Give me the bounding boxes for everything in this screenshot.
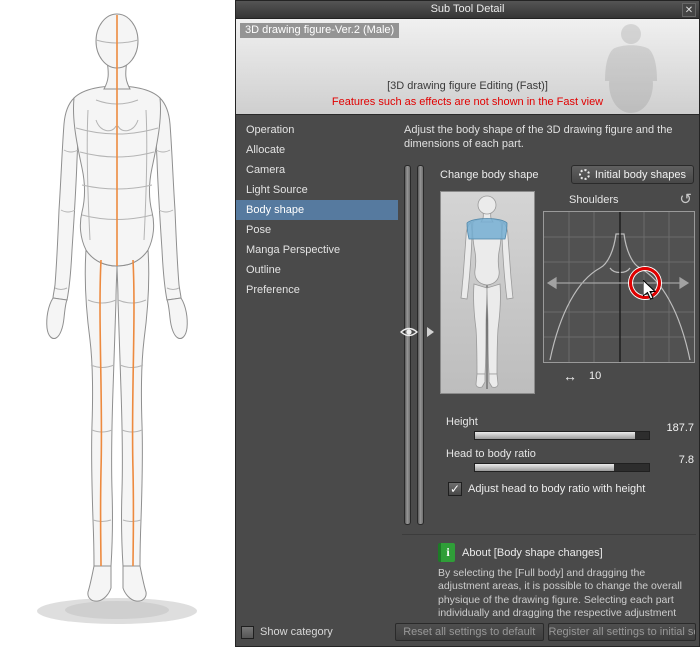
body-thumbnail-figure: [460, 195, 514, 389]
reset-all-settings-button[interactable]: Reset all settings to default: [395, 623, 544, 641]
height-row: Height 187.7: [436, 416, 696, 440]
shoulder-width-value[interactable]: 10: [589, 370, 601, 382]
width-arrow-icon: ↔: [563, 368, 577, 384]
info-icon: i: [438, 543, 455, 562]
mouse-cursor-icon: [642, 278, 657, 305]
height-value[interactable]: 187.7: [656, 422, 696, 434]
change-body-shape-label: Change body shape: [440, 168, 539, 181]
dotted-circle-icon: [578, 169, 590, 180]
about-section: i About [Body shape changes] By selectin…: [402, 534, 696, 622]
ratio-slider[interactable]: [474, 463, 650, 472]
adjust-ratio-checkbox[interactable]: ✓: [448, 482, 462, 496]
reset-part-icon[interactable]: ↺: [679, 192, 692, 207]
footer-bar: Show category Reset all settings to defa…: [236, 622, 699, 646]
category-item-allocate[interactable]: Allocate: [236, 140, 398, 160]
window-title: Sub Tool Detail: [430, 3, 505, 15]
category-item-preference[interactable]: Preference: [236, 280, 398, 300]
ratio-row: Head to body ratio 7.8: [436, 448, 696, 472]
vertical-slider-track[interactable]: [404, 165, 411, 525]
adjust-ratio-checkbox-label: Adjust head to body ratio with height: [468, 483, 646, 495]
full-body-part-selector[interactable]: [440, 191, 535, 394]
category-item-operation[interactable]: Operation: [236, 120, 398, 140]
category-list: Operation Allocate Camera Light Source B…: [236, 115, 398, 622]
category-item-body-shape[interactable]: Body shape: [236, 200, 398, 220]
close-icon[interactable]: ✕: [682, 3, 696, 17]
3d-figure-mannequin: [37, 13, 197, 624]
tool-preview-area: 3D drawing figure-Ver.2 (Male) [3D drawi…: [236, 19, 699, 115]
about-body-text: By selecting the [Full body] and draggin…: [438, 567, 682, 622]
part-title: Shoulders: [569, 194, 619, 206]
height-slider[interactable]: [474, 431, 650, 440]
visibility-eye-icon[interactable]: [399, 325, 419, 339]
section-description: Adjust the body shape of the 3D drawing …: [404, 124, 673, 150]
about-title: About [Body shape changes]: [462, 546, 603, 559]
sub-tool-detail-panel: Sub Tool Detail ✕ 3D drawing figure-Ver.…: [235, 0, 700, 647]
app-window: Sub Tool Detail ✕ 3D drawing figure-Ver.…: [0, 0, 700, 647]
show-category-label: Show category: [260, 626, 333, 638]
tool-name-chip: 3D drawing figure-Ver.2 (Male): [240, 23, 400, 38]
category-item-camera[interactable]: Camera: [236, 160, 398, 180]
show-category-checkbox[interactable]: [241, 625, 254, 639]
expander-triangle-icon[interactable]: [427, 327, 434, 337]
titlebar: Sub Tool Detail ✕: [236, 1, 699, 19]
shoulders-highlight: [466, 218, 508, 240]
fast-view-warning: Features such as effects are not shown i…: [331, 96, 604, 108]
initial-body-shapes-button[interactable]: Initial body shapes: [570, 165, 694, 184]
vertical-slider-track-2[interactable]: [417, 165, 424, 525]
register-all-settings-button[interactable]: Register all settings to initial setting…: [547, 623, 696, 641]
main-area: Operation Allocate Camera Light Source B…: [236, 115, 699, 622]
body-shape-content: Adjust the body shape of the 3D drawing …: [398, 115, 699, 622]
category-item-light-source[interactable]: Light Source: [236, 180, 398, 200]
ratio-label: Head to body ratio: [446, 448, 536, 460]
shoulders-drag-grid[interactable]: [543, 211, 695, 363]
category-item-pose[interactable]: Pose: [236, 220, 398, 240]
editing-mode-label: [3D drawing figure Editing (Fast)]: [387, 80, 548, 92]
ratio-value[interactable]: 7.8: [656, 454, 696, 466]
shoulders-adjust-area: Shoulders ↺ ↔ 10: [543, 191, 696, 394]
category-item-outline[interactable]: Outline: [236, 260, 398, 280]
3d-viewport[interactable]: [0, 0, 235, 647]
preview-scale-slider: [399, 165, 436, 525]
category-item-manga-perspective[interactable]: Manga Perspective: [236, 240, 398, 260]
height-label: Height: [446, 416, 478, 428]
